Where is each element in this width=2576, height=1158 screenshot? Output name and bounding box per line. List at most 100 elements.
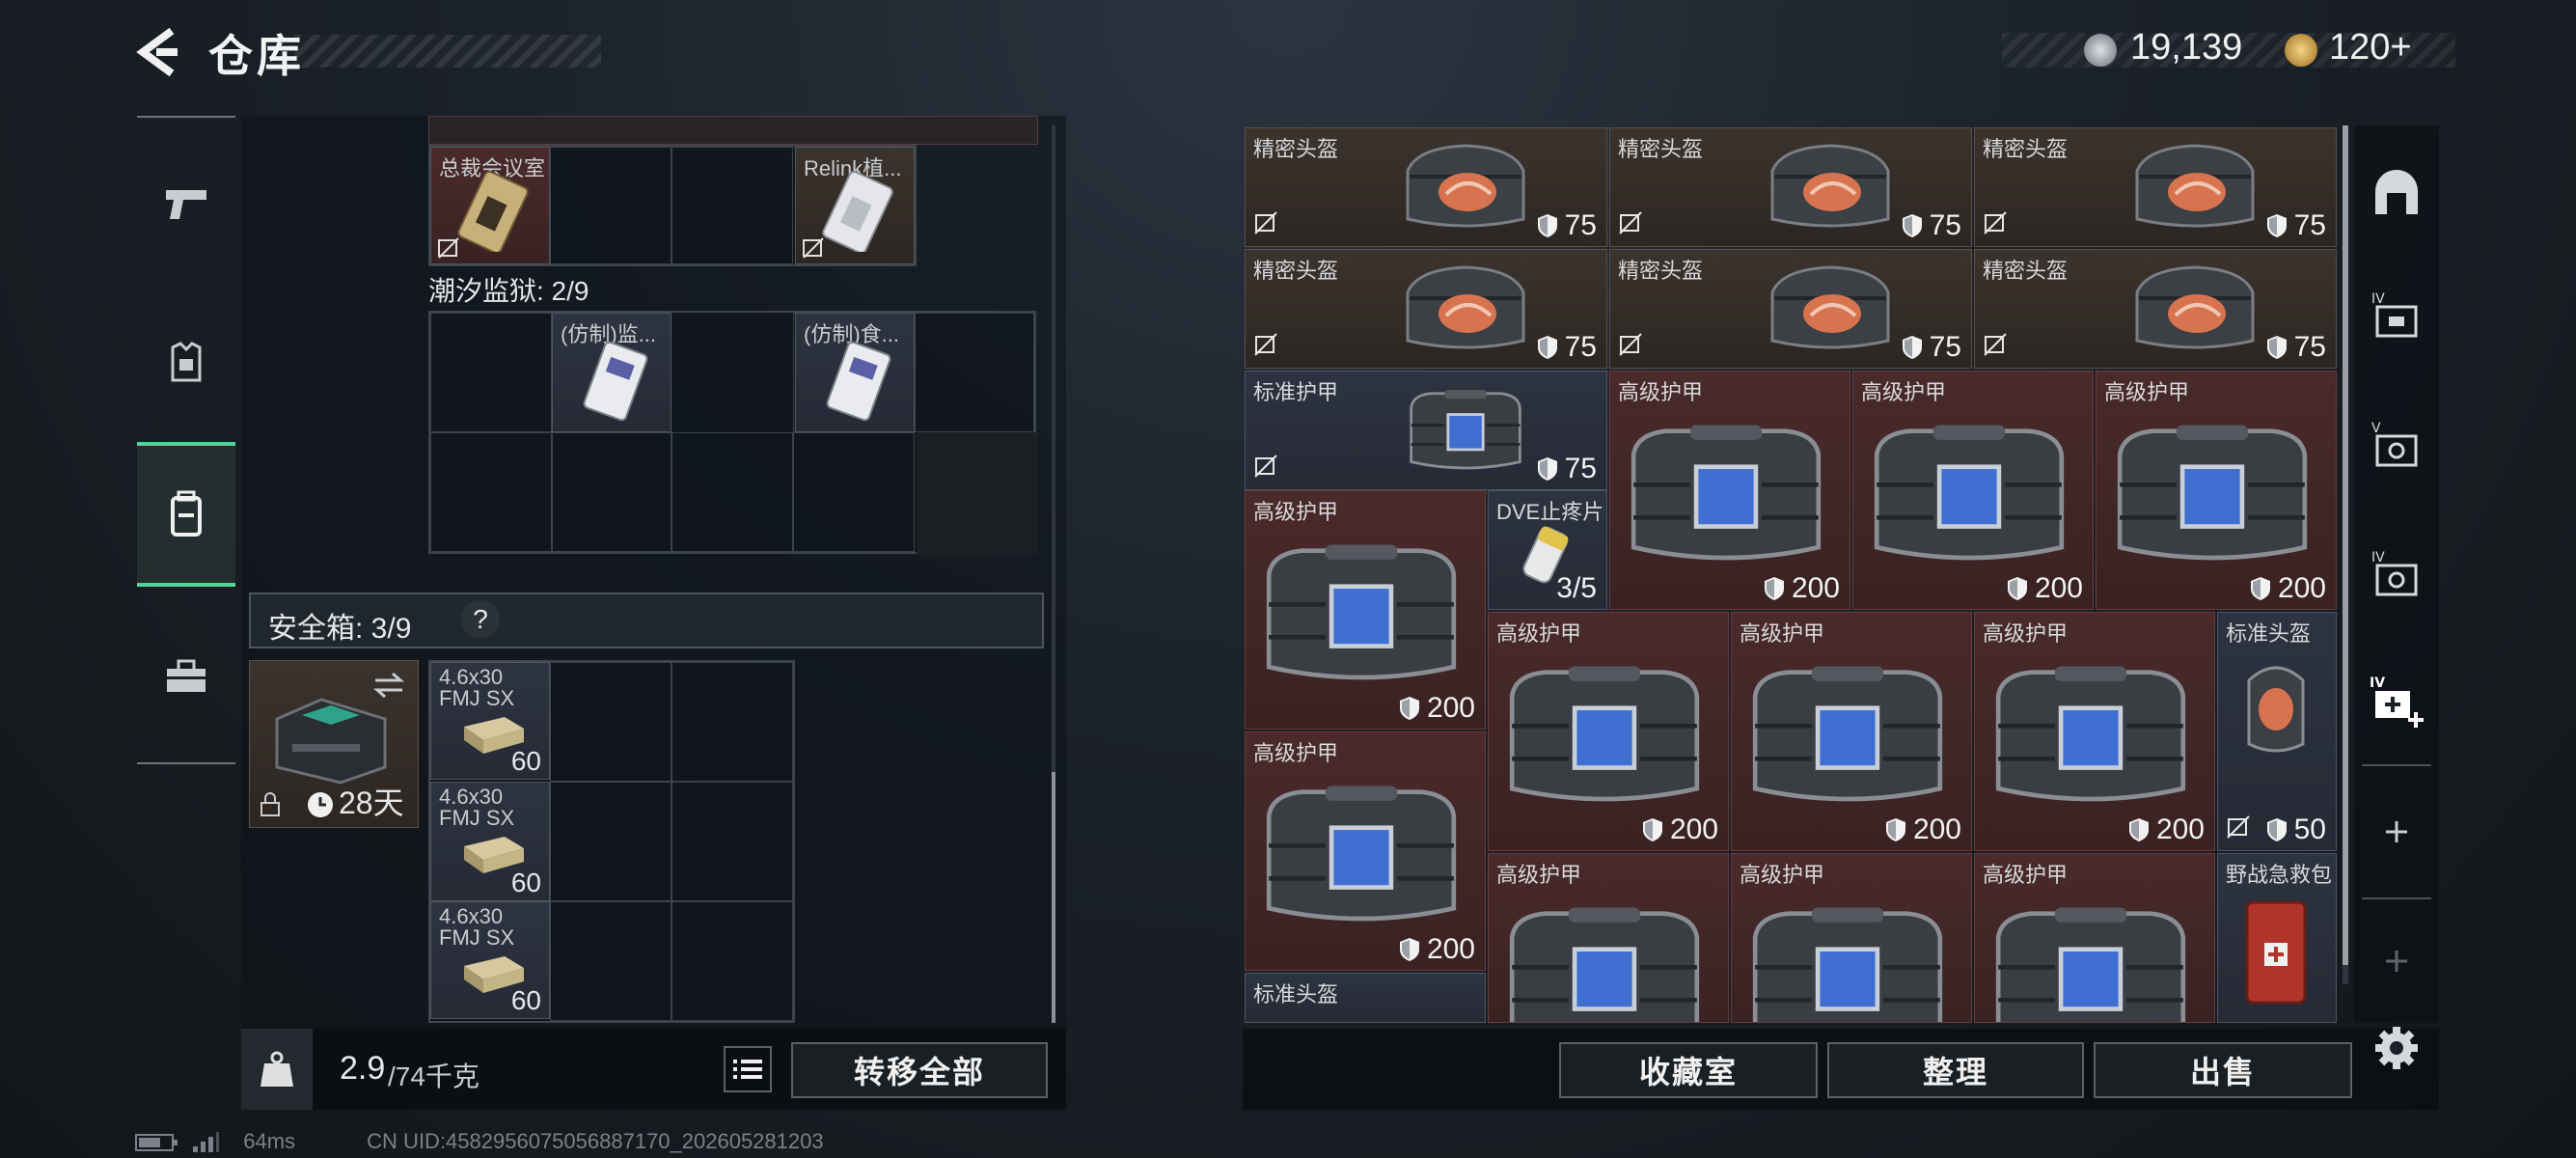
safe-box-icon <box>275 698 387 785</box>
stash-item[interactable]: DVE止疼片 3/5 <box>1488 490 1607 610</box>
stash-item[interactable]: 高级护甲 200 <box>1731 612 1972 851</box>
stash-tab-3[interactable]: V <box>2366 415 2427 477</box>
key-item[interactable]: Relink植... <box>795 147 915 264</box>
tab-weapons[interactable] <box>137 131 235 276</box>
durability: 200 <box>2249 572 2326 605</box>
svg-text:IV: IV <box>2370 676 2385 691</box>
precision-helmet-icon <box>1406 144 1525 228</box>
uid-text: CN UID:4582956075056887170_202605281203 <box>367 1129 824 1153</box>
item-art <box>2127 260 2262 361</box>
key-item[interactable]: (仿制)食... <box>795 313 915 432</box>
stash-item[interactable]: 野战急救包 <box>2217 853 2337 1023</box>
durability-value: 200 <box>1791 572 1840 604</box>
stash-item[interactable]: 精密头盔 75 <box>1609 249 1972 369</box>
list-view-button[interactable] <box>724 1046 772 1092</box>
stash-item[interactable]: 标准护甲 75 <box>1245 371 1607 490</box>
stash-item[interactable]: 精密头盔 75 <box>1245 249 1607 369</box>
medkit-iv-add-icon: IV <box>2370 676 2424 728</box>
no-insure-badge <box>1618 332 1643 362</box>
stash-tab-4[interactable]: IV <box>2366 544 2427 606</box>
stash-item[interactable]: 标准头盔 50 <box>2217 612 2337 851</box>
durability-value: 75 <box>1929 331 1961 363</box>
item-art <box>2127 138 2262 239</box>
left-scrollbar-thumb[interactable] <box>1052 772 1055 1023</box>
safe-box-container[interactable]: 28天 <box>249 660 419 828</box>
no-insure-icon <box>1254 455 1277 478</box>
ammo-item[interactable]: 4.6x30 FMJ SX 60 <box>430 662 550 780</box>
list-icon <box>733 1060 762 1079</box>
sell-button[interactable]: 出售 <box>2094 1042 2352 1098</box>
stash-item[interactable]: 高级护甲 200 <box>1852 371 2094 610</box>
stash-item[interactable]: 高级护甲 <box>1974 853 2215 1023</box>
stash-item[interactable]: 高级护甲 200 <box>1974 612 2215 851</box>
stash-item[interactable]: 高级护甲 <box>1731 853 1972 1023</box>
swap-icon[interactable] <box>371 671 406 700</box>
no-insure-badge <box>1983 332 2008 362</box>
gold-currency-value[interactable]: 120+ <box>2329 27 2412 69</box>
durability-value: 200 <box>2034 572 2083 604</box>
stash-tab-5[interactable]: IV <box>2366 672 2427 733</box>
settings-button[interactable] <box>2370 1021 2424 1075</box>
ammo-item[interactable]: 4.6x30 FMJ SX 60 <box>430 782 550 901</box>
keycard-icon <box>583 341 648 422</box>
back-button[interactable] <box>135 27 181 77</box>
stash-tab-main[interactable] <box>2366 162 2427 224</box>
stash-item[interactable]: 高级护甲 200 <box>1245 731 1486 971</box>
armor-vest-icon <box>171 342 202 382</box>
item-name: 4.6x30 FMJ SX <box>439 785 515 830</box>
item-art <box>1265 1012 1342 1023</box>
key-item[interactable]: (仿制)监... <box>552 313 671 432</box>
stash-item[interactable]: 高级护甲 200 <box>1488 612 1729 851</box>
tab-tools[interactable] <box>137 604 235 749</box>
organize-button[interactable]: 整理 <box>1827 1042 2084 1098</box>
key-item[interactable]: 总裁会议室 <box>430 147 550 264</box>
stash-item[interactable]: 高级护甲 200 <box>2096 371 2337 610</box>
stash-item[interactable]: 高级护甲 200 <box>1245 490 1486 730</box>
prison-keys-label: 潮汐监狱: 2/9 <box>428 276 589 306</box>
stash-item[interactable]: 高级护甲 200 <box>1609 371 1850 610</box>
stash-item[interactable]: 高级护甲 <box>1488 853 1729 1023</box>
add-stash-tab-button[interactable] <box>2366 801 2427 863</box>
tab-armor[interactable] <box>137 290 235 434</box>
item-name: 高级护甲 <box>2104 380 2190 404</box>
item-name: 高级护甲 <box>1983 621 2069 646</box>
stash-item[interactable]: 精密头盔 75 <box>1245 127 1607 247</box>
item-art <box>1763 138 1898 239</box>
help-button[interactable]: ? <box>461 600 500 639</box>
item-name: 高级护甲 <box>1496 621 1582 646</box>
item-name: 标准头盔 <box>2226 621 2312 646</box>
durability-value: 200 <box>1669 813 1718 845</box>
stash-item[interactable]: 精密头盔 75 <box>1974 127 2337 247</box>
stash-item[interactable]: 精密头盔 75 <box>1609 127 1972 247</box>
durability: 75 <box>2265 331 2326 364</box>
svg-text:IV: IV <box>2371 291 2385 307</box>
no-insure-icon <box>1984 333 2007 356</box>
back-arrow-icon <box>136 27 178 77</box>
standard-helmet-icon <box>1265 1012 1342 1023</box>
keycard-icon <box>826 341 891 422</box>
stash-tab-2[interactable]: IV <box>2366 286 2427 347</box>
durability-shield-icon <box>1902 214 1922 237</box>
stash-item[interactable]: 标准头盔 <box>1245 973 1486 1023</box>
toolbox-icon <box>167 659 206 692</box>
transfer-all-button[interactable]: 转移全部 <box>791 1042 1048 1098</box>
item-art <box>2106 410 2318 579</box>
status-footer: 64ms CN UID:4582956075056887170_20260528… <box>135 1129 824 1154</box>
stash-item[interactable]: 精密头盔 75 <box>1974 249 2337 369</box>
item-art <box>1985 893 2197 1022</box>
durability: 75 <box>1536 209 1597 242</box>
item-name: 野战急救包 <box>2226 863 2333 887</box>
plus-icon <box>2386 951 2407 972</box>
durability: 75 <box>1536 331 1597 364</box>
collection-room-button[interactable]: 收藏室 <box>1559 1042 1818 1098</box>
stash-scrollbar-thumb[interactable] <box>2343 125 2348 965</box>
item-name: 精密头盔 <box>1618 259 1704 283</box>
ping-value: 64ms <box>243 1129 296 1153</box>
ammo-count: 60 <box>510 868 541 897</box>
durability-value: 50 <box>2293 813 2326 845</box>
durability: 200 <box>2127 813 2205 846</box>
tab-backpack[interactable] <box>137 442 235 587</box>
no-insure-icon <box>803 237 824 259</box>
ammo-item[interactable]: 4.6x30 FMJ SX 60 <box>430 901 550 1019</box>
add-stash-tab-button-disabled[interactable] <box>2366 930 2427 992</box>
